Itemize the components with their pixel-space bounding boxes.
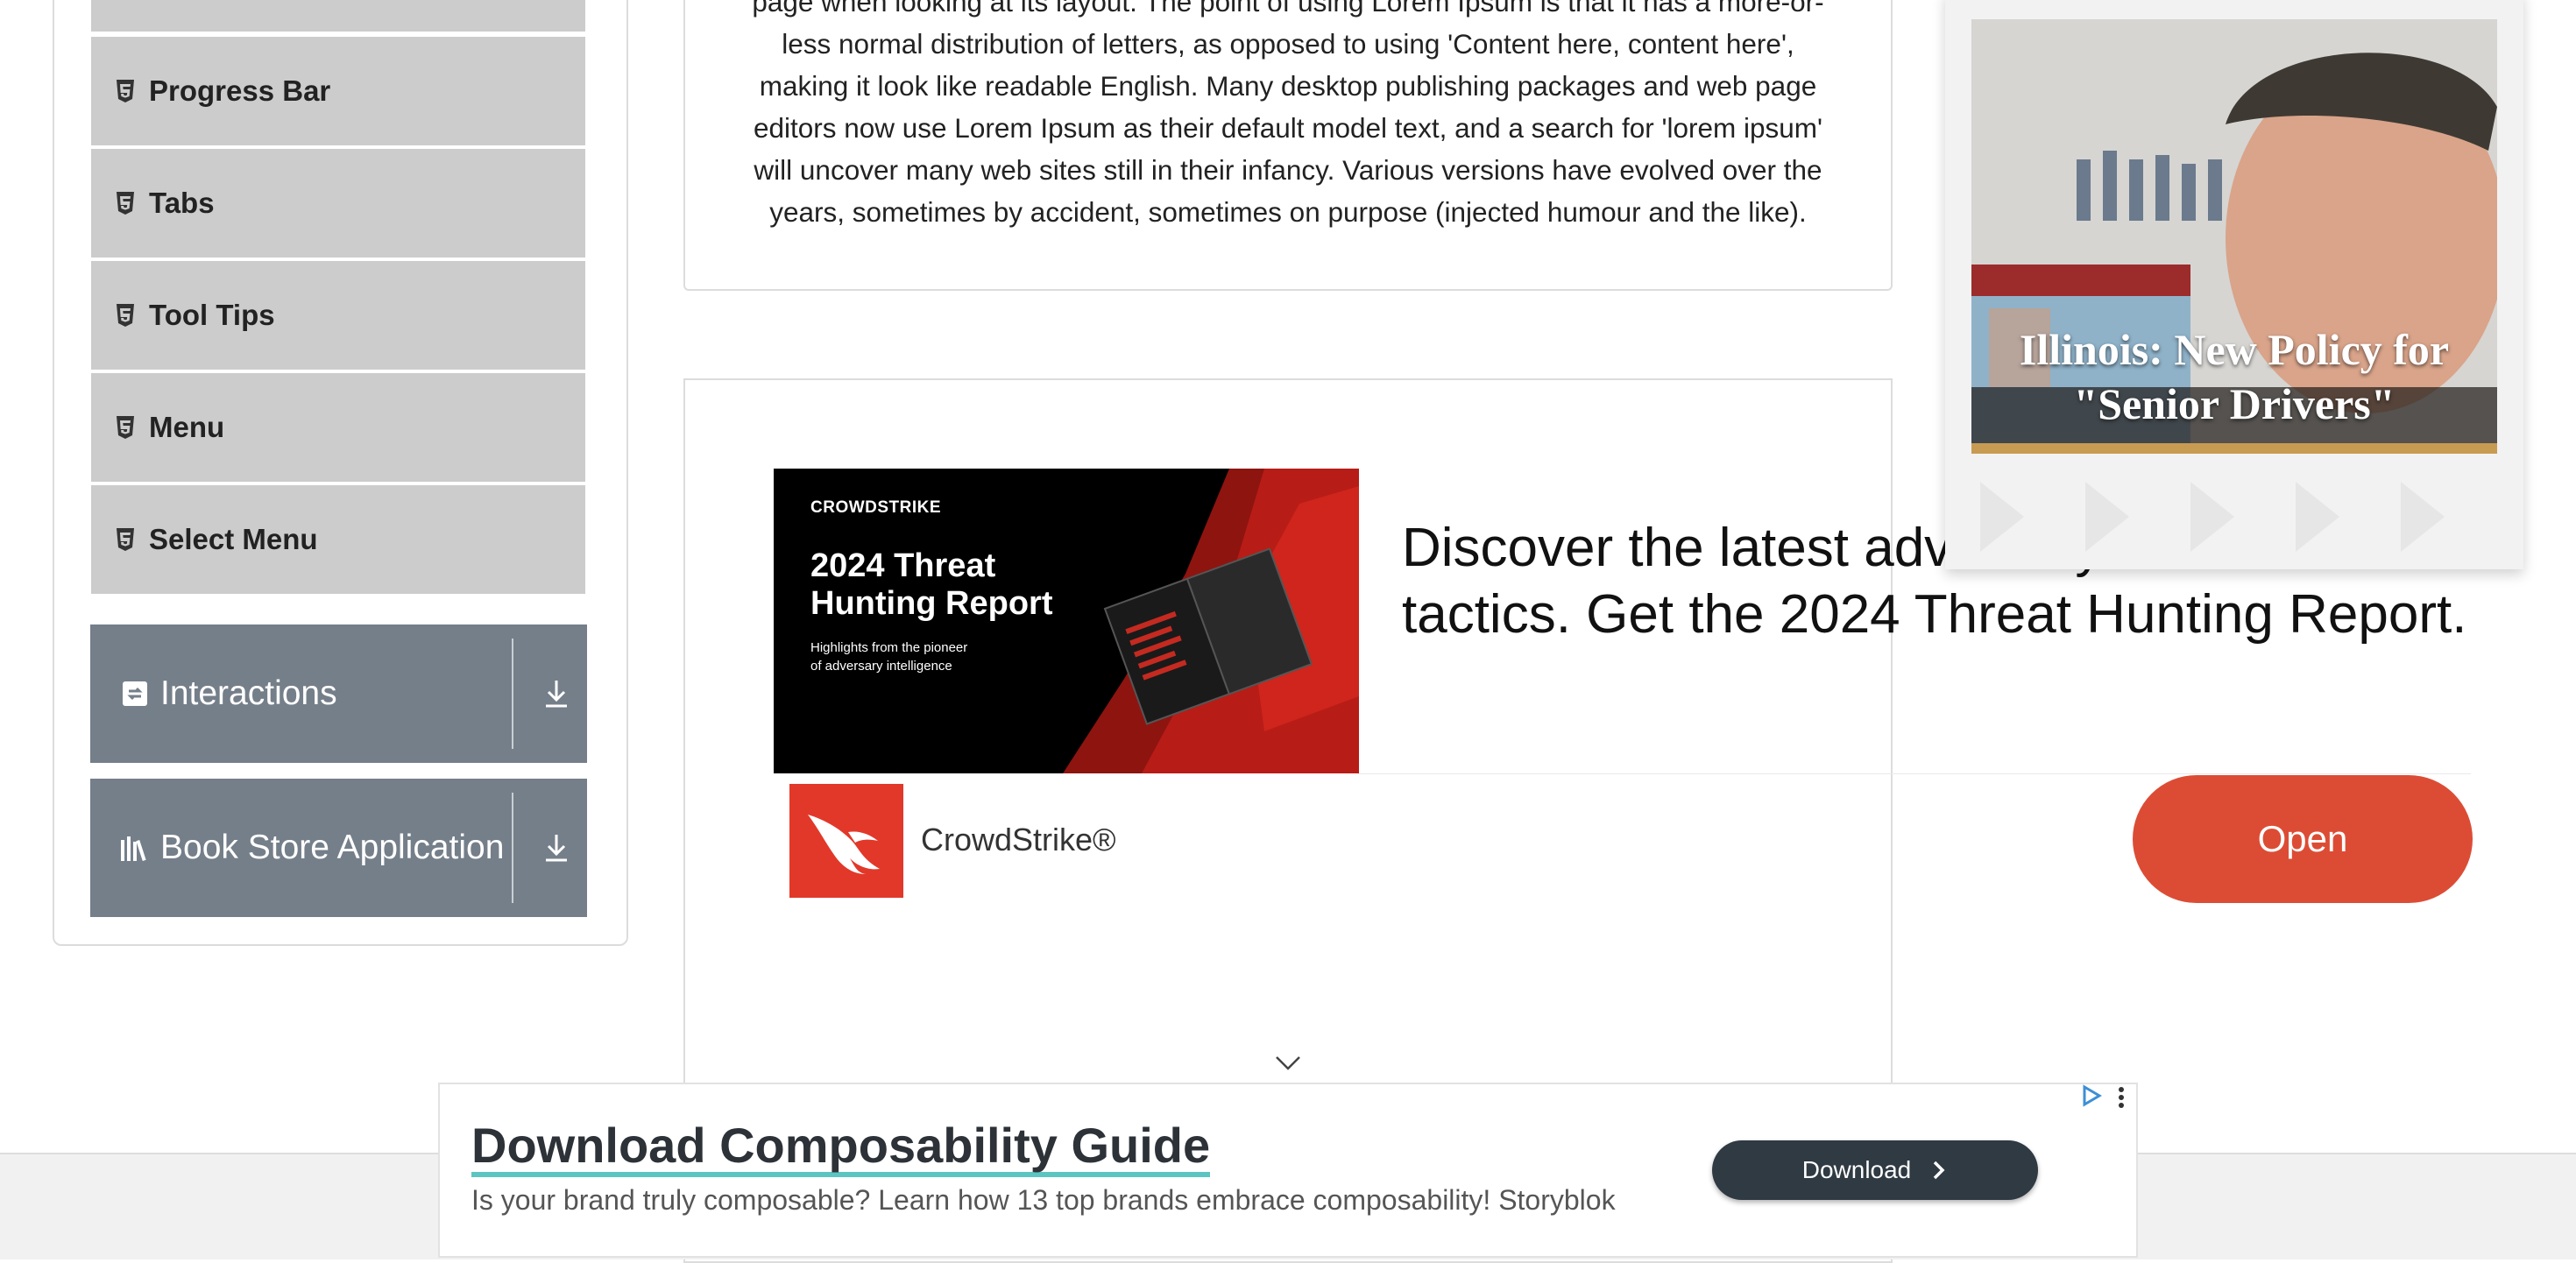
sidebar-item-label: Progress Bar xyxy=(149,74,331,107)
sidebar-item-tool-tips[interactable]: Tool Tips xyxy=(91,261,585,370)
sidebar-item-label: Tabs xyxy=(149,187,215,219)
group-label: Interactions xyxy=(160,674,337,712)
sidebar-item-select-menu[interactable]: Select Menu xyxy=(91,485,585,594)
article-line: years, sometimes by accident, sometimes … xyxy=(769,196,1807,228)
article-line: less normal distribution of letters, as … xyxy=(782,28,1794,60)
banner-title-line: Hunting Report xyxy=(810,585,1053,622)
popup-accent-bar xyxy=(1971,443,2497,454)
banner-subtitle-line: of adversary intelligence xyxy=(810,659,952,674)
download-icon[interactable] xyxy=(539,779,574,917)
sidebar-item-progress-bar[interactable]: Progress Bar xyxy=(91,37,585,145)
crowdstrike-falcon-icon[interactable] xyxy=(789,784,903,898)
divider xyxy=(512,639,513,749)
bottom-ad-title[interactable]: Download Composability Guide xyxy=(471,1119,1211,1177)
article-text: page when looking at its layout. The poi… xyxy=(701,0,1875,233)
banner-title: 2024 Threat Hunting Report xyxy=(810,547,1053,623)
divider xyxy=(1358,773,2471,774)
open-button[interactable]: Open xyxy=(2133,775,2473,903)
interactions-icon xyxy=(120,679,150,709)
banner-subtitle-line: Highlights from the pioneer xyxy=(810,640,968,655)
crowdstrike-banner-image[interactable]: CROWDSTRIKE 2024 Threat Hunting Report H… xyxy=(774,469,1359,773)
html5-icon xyxy=(116,528,135,551)
brand-name: CrowdStrike® xyxy=(921,822,1116,857)
banner-subtitle: Highlights from the pioneer of adversary… xyxy=(810,639,967,675)
html5-icon xyxy=(116,416,135,439)
article-line: editors now use Lorem Ipsum as their def… xyxy=(753,112,1823,144)
divider xyxy=(512,793,513,903)
crowdstrike-logo-text: CROWDSTRIKE xyxy=(810,498,942,517)
article-line: will uncover many web sites still in the… xyxy=(754,154,1822,186)
group-book-store[interactable]: Book Store Application xyxy=(90,779,587,917)
download-button-label: Download xyxy=(1801,1156,1912,1183)
adchoices-icon[interactable] xyxy=(2080,1084,2103,1111)
html5-icon xyxy=(116,304,135,327)
article-line: making it look like readable English. Ma… xyxy=(759,70,1817,102)
popup-caption[interactable]: Illinois: New Policy for "Senior Drivers… xyxy=(1971,322,2497,431)
sidebar-item-label: Select Menu xyxy=(149,523,318,555)
sidebar-item-label: Tool Tips xyxy=(149,299,275,331)
chevron-down-icon[interactable] xyxy=(1275,1055,1301,1076)
sidebar-item-label: Menu xyxy=(149,411,225,443)
html5-icon xyxy=(116,192,135,215)
more-options-icon[interactable] xyxy=(2117,1086,2126,1113)
sidebar-item-tabs[interactable]: Tabs xyxy=(91,149,585,258)
download-button[interactable]: Download xyxy=(1712,1140,2038,1200)
popup-caption-line: "Senior Drivers" xyxy=(2073,379,2396,428)
html5-icon xyxy=(116,80,135,102)
download-icon[interactable] xyxy=(539,624,574,763)
chevron-right-icon xyxy=(1934,1161,1945,1180)
bottom-ad-description: Is your brand truly composable? Learn ho… xyxy=(471,1184,1616,1216)
sidebar-item-menu[interactable]: Menu xyxy=(91,373,585,482)
bookstore-icon xyxy=(120,833,150,863)
sidebar-item-partial[interactable] xyxy=(91,0,585,32)
group-interactions[interactable]: Interactions xyxy=(90,624,587,763)
group-label: Book Store Application xyxy=(160,829,505,866)
article-line: page when looking at its layout. The poi… xyxy=(752,0,1824,18)
popup-caption-line: Illinois: New Policy for xyxy=(2019,325,2450,374)
banner-title-line: 2024 Threat xyxy=(810,547,996,584)
